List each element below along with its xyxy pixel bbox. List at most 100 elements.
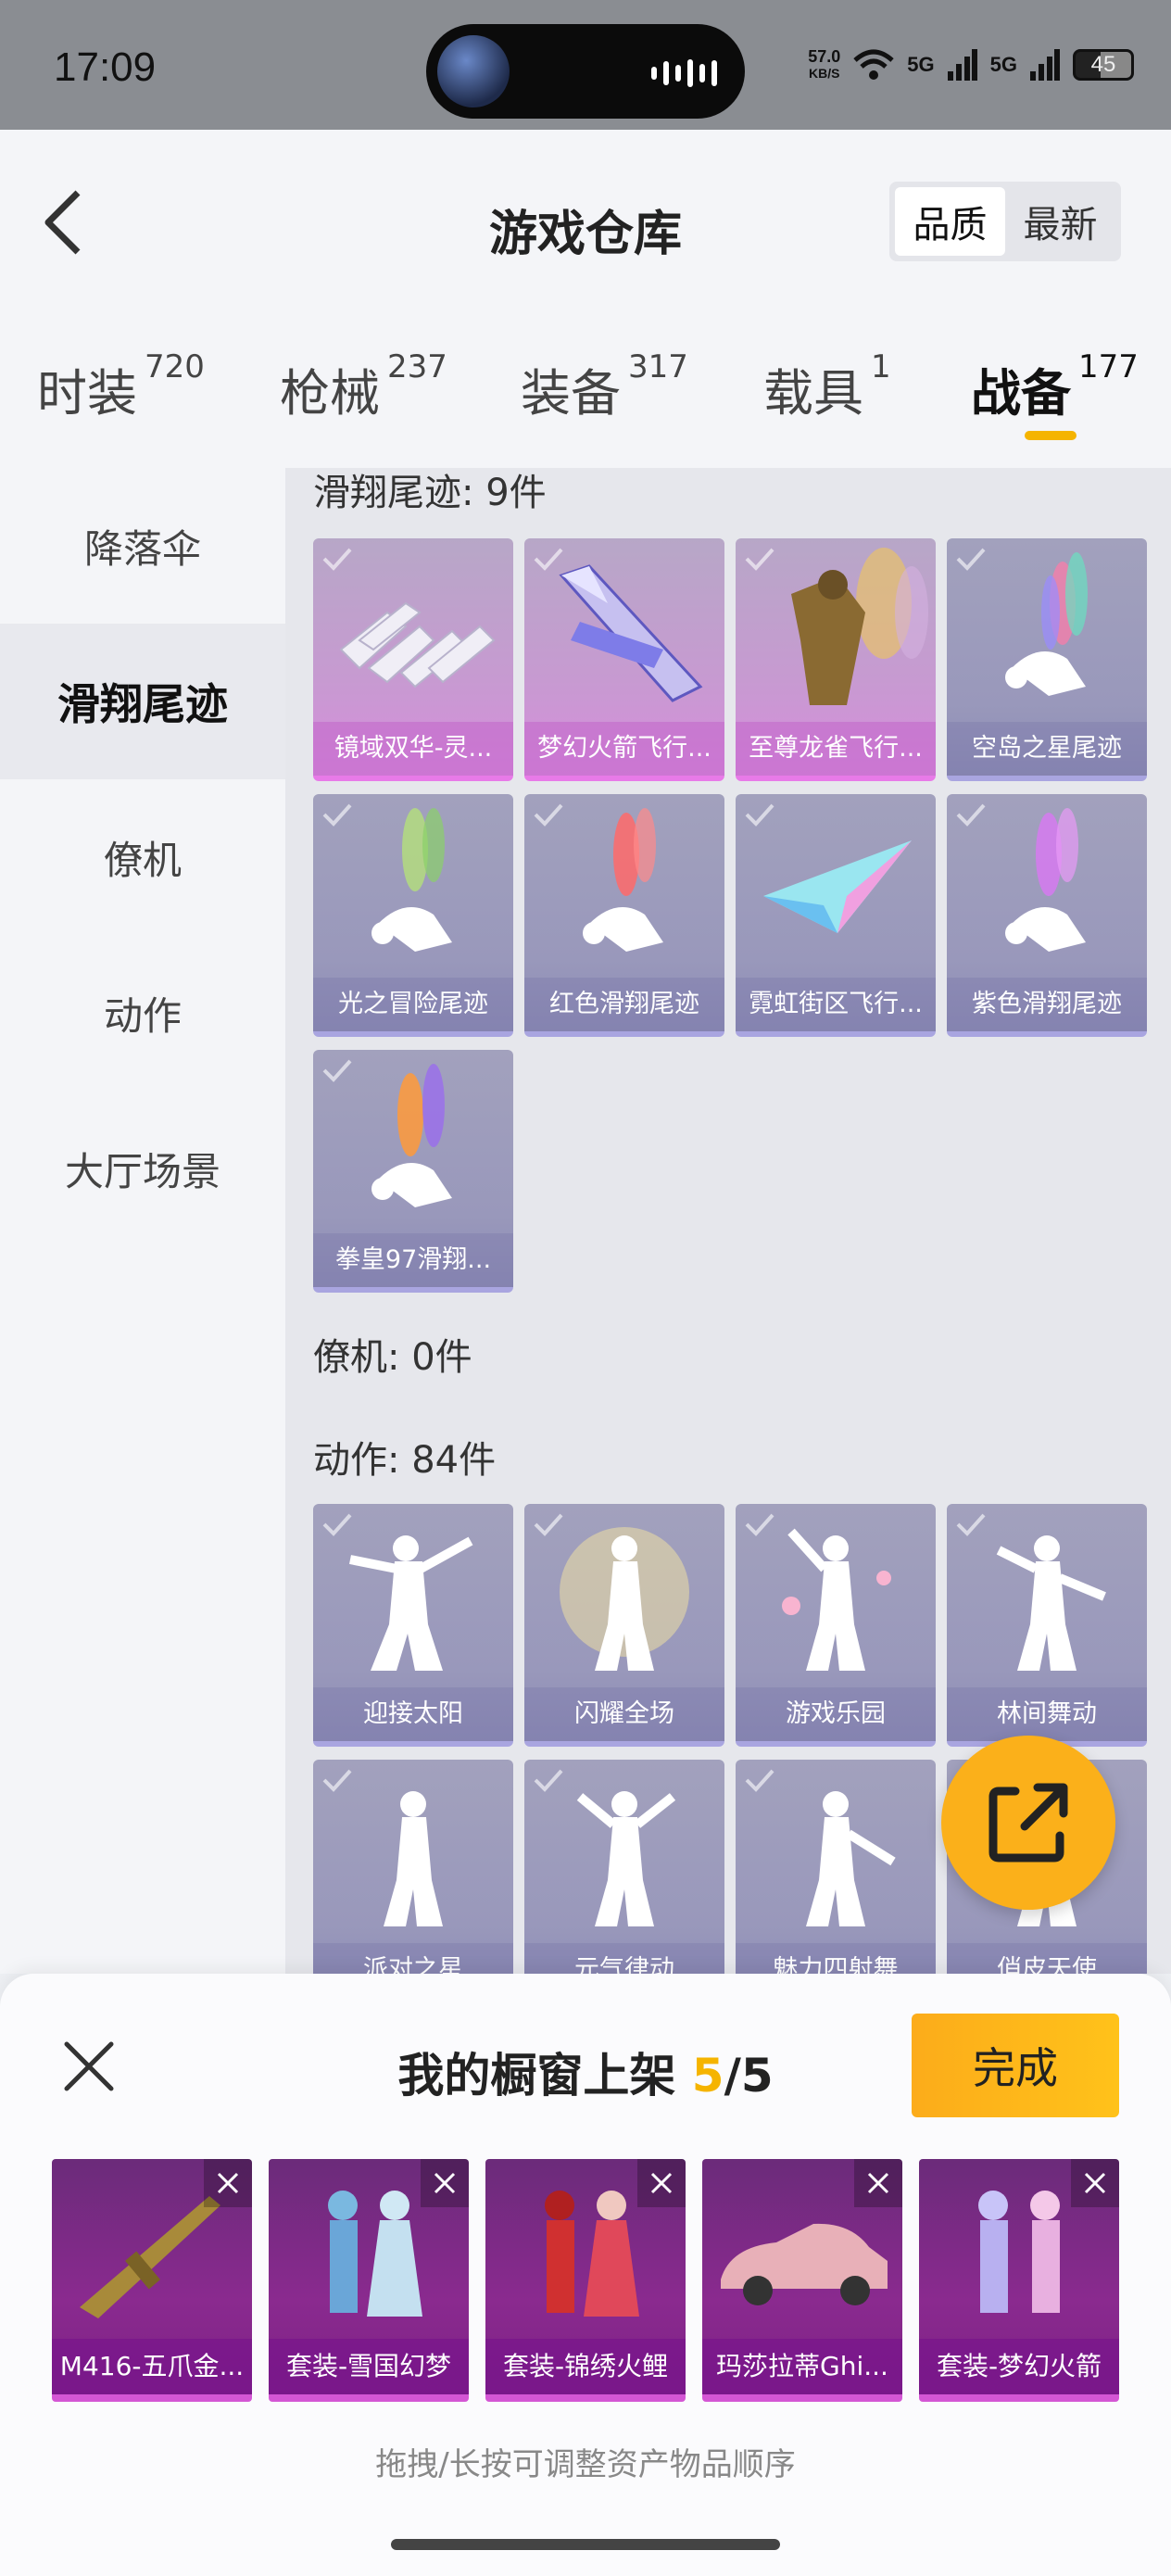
sort-latest-button[interactable]: 最新 [1005,187,1115,256]
share-icon [988,1783,1068,1863]
section-title-glide: 滑翔尾迹: 9件 [313,472,547,514]
showcase-item[interactable]: 套装-锦绣火鲤 [485,2159,686,2402]
remove-item-button[interactable] [421,2159,469,2207]
dance-figure-image [384,1791,443,1926]
dance-figure-image [996,1535,1106,1671]
showcase-item[interactable]: 套装-雪国幻梦 [269,2159,469,2402]
dance-figure-image [349,1535,473,1671]
showcase-item-name: 套装-锦绣火鲤 [485,2339,686,2394]
item-name: 迎接太阳 [313,1687,513,1741]
tab-guns[interactable]: 枪械 237 [280,348,447,425]
item-card[interactable]: 拳皇97滑翔... [313,1050,513,1293]
close-icon [434,2172,456,2194]
done-button[interactable]: 完成 [912,2014,1119,2117]
dynamic-island[interactable] [426,24,745,119]
item-name: 派对之星 [313,1943,513,1974]
active-tab-indicator [1025,431,1077,440]
remove-item-button[interactable] [204,2159,252,2207]
media-avatar [437,35,510,107]
dragon-bird-image [791,548,928,705]
item-card[interactable]: 魅力四射舞 [736,1760,936,1974]
red-smoke-trail-image [583,808,663,952]
green-smoke-trail-image [371,808,452,952]
sidebar-item-parachute[interactable]: 降落伞 [0,468,285,624]
rainbow-smoke-trail-image [1005,552,1088,696]
item-name: 镜域双华-灵... [313,722,513,776]
sort-quality-button[interactable]: 品质 [895,187,1005,256]
dance-figure-image [576,1791,676,1926]
item-card[interactable]: 至尊龙雀飞行... [736,538,936,781]
sort-toggle: 品质 最新 [889,182,1121,261]
showcase-count-total: /5 [724,2049,774,2102]
rocket-glider-image [559,564,703,702]
item-name: 林间舞动 [947,1687,1147,1741]
category-tabs: 时装 720 枪械 237 装备 317 载具 1 战备 177 [37,348,1149,445]
showcase-item[interactable]: 套装-梦幻火箭 [919,2159,1119,2402]
item-card[interactable]: 空岛之星尾迹 [947,538,1147,781]
audio-wave-icon [651,59,717,87]
section-title-wingman: 僚机: 0件 [313,1336,472,1379]
section-title-action: 动作: 84件 [313,1439,497,1482]
item-card[interactable]: 紫色滑翔尾迹 [947,794,1147,1037]
paper-plane-image [763,840,912,933]
sidebar-item-wingman[interactable]: 僚机 [0,779,285,935]
sidebar-item-glide-trail[interactable]: 滑翔尾迹 [0,624,285,779]
network-speed: 57.0 KB/S [808,47,841,81]
sidebar-item-lobby-scene[interactable]: 大厅场景 [0,1091,285,1246]
wifi-icon [853,49,894,80]
item-card[interactable]: 梦幻火箭飞行... [524,538,724,781]
item-card[interactable]: 派对之星 [313,1760,513,1974]
signal-bars-icon [1030,49,1060,81]
item-name: 拳皇97滑翔... [313,1233,513,1287]
fire-smoke-trail-image [371,1064,452,1207]
purple-smoke-trail-image [1005,808,1086,952]
sidebar-item-action[interactable]: 动作 [0,935,285,1091]
remove-item-button[interactable] [854,2159,902,2207]
item-card[interactable]: 镜域双华-灵... [313,538,513,781]
item-name: 霓虹街区飞行... [736,978,936,1031]
showcase-item-name: 套装-梦幻火箭 [919,2339,1119,2394]
crystal-trail-image [339,601,496,688]
showcase-item-name: 玛莎拉蒂Ghi... [702,2339,902,2394]
home-indicator[interactable] [391,2539,780,2550]
item-name: 闪耀全场 [524,1687,724,1741]
showcase-count-current: 5 [691,2049,724,2102]
status-indicators: 57.0 KB/S 5G 5G 45 [808,48,1134,82]
item-name: 梦幻火箭飞行... [524,722,724,776]
status-time: 17:09 [54,44,157,90]
item-name: 俏皮天使 [947,1943,1147,1974]
tab-gear[interactable]: 战备 177 [971,348,1139,425]
showcase-item[interactable]: M416-五爪金... [52,2159,252,2402]
cell-signal-2-icon: 5G [989,53,1017,76]
item-card[interactable]: 红色滑翔尾迹 [524,794,724,1037]
item-name: 红色滑翔尾迹 [524,978,724,1031]
remove-item-button[interactable] [1071,2159,1119,2207]
close-icon [217,2172,239,2194]
close-icon [650,2172,673,2194]
close-icon [1084,2172,1106,2194]
tab-equipment[interactable]: 装备 317 [521,348,688,425]
tab-fashion[interactable]: 时装 720 [37,348,205,425]
item-card[interactable]: 林间舞动 [947,1504,1147,1747]
close-icon [867,2172,889,2194]
status-bar: 17:09 57.0 KB/S 5G 5G 45 [0,0,1171,130]
dance-figure-image [560,1527,689,1671]
item-card[interactable]: 闪耀全场 [524,1504,724,1747]
signal-bars-icon [947,49,977,81]
showcase-panel: 我的橱窗上架 5/5 完成 M416-五爪金... 套装-雪国幻梦 套装-锦绣火… [0,1974,1171,2576]
dance-figure-image [782,1528,891,1671]
dance-figure-image [806,1791,896,1926]
item-card[interactable]: 迎接太阳 [313,1504,513,1747]
item-card[interactable]: 霓虹街区飞行... [736,794,936,1037]
share-button[interactable] [941,1736,1115,1910]
item-name: 魅力四射舞 [736,1943,936,1974]
tab-vehicles[interactable]: 载具 1 [763,348,891,425]
item-name: 光之冒险尾迹 [313,978,513,1031]
item-card[interactable]: 元气律动 [524,1760,724,1974]
remove-item-button[interactable] [637,2159,686,2207]
showcase-item[interactable]: 玛莎拉蒂Ghi... [702,2159,902,2402]
showcase-item-name: 套装-雪国幻梦 [269,2339,469,2394]
item-card[interactable]: 光之冒险尾迹 [313,794,513,1037]
item-card[interactable]: 游戏乐园 [736,1504,936,1747]
showcase-item-name: M416-五爪金... [52,2339,252,2394]
